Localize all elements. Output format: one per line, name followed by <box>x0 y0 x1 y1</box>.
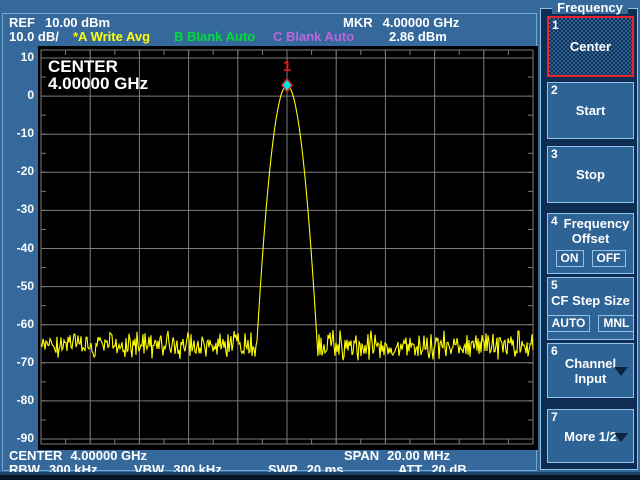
softkey-cf-step-size[interactable]: 5 CF Step Size AUTO MNL <box>546 277 635 340</box>
center-frequency-overlay: CENTER 4.00000 GHz <box>48 58 148 92</box>
marker-amplitude-readout: 2.86 dBm <box>389 29 447 44</box>
y-axis-label: -30 <box>16 202 34 217</box>
toggle-row: ON OFF <box>555 250 626 267</box>
mkr-freq-value: 4.00000 GHz <box>382 15 460 30</box>
softkey-label-line2: Offset <box>571 231 610 246</box>
marker-number-label: 1 <box>282 58 292 75</box>
softkey-menu-title: Frequency <box>552 1 628 14</box>
screen-bottom-bezel <box>0 472 640 480</box>
y-axis-label: -60 <box>16 316 34 331</box>
softkey-center[interactable]: 1 Center <box>547 16 634 77</box>
toggle-off[interactable]: OFF <box>591 250 626 267</box>
dropdown-arrow-icon <box>614 367 628 376</box>
span-readout: SPAN 20.00 MHz <box>344 449 450 462</box>
softkey-number: 2 <box>551 83 558 97</box>
softkey-label: CF Step Size <box>551 293 630 308</box>
toggle-row: AUTO MNL <box>546 315 635 332</box>
overlay-line2: 4.00000 GHz <box>48 74 149 93</box>
y-axis-label: 0 <box>27 88 34 103</box>
spectrum-plot: CENTER 4.00000 GHz 1 <box>38 46 538 450</box>
y-axis-label: -90 <box>16 431 34 445</box>
softkey-label: Start <box>575 103 606 118</box>
y-axis-label: -20 <box>16 164 34 179</box>
ref-level-readout: REF 10.00 dBm <box>9 16 110 29</box>
softkey-number: 6 <box>551 344 558 358</box>
y-axis-label: -50 <box>16 278 34 293</box>
y-axis-label: -80 <box>16 392 34 407</box>
y-axis-label: 10 <box>20 50 34 64</box>
softkey-label: More 1/2 <box>564 428 617 444</box>
softkey-more[interactable]: 7 More 1/2 <box>547 409 634 463</box>
softkey-label: Center <box>569 39 612 54</box>
center-freq-readout: CENTER 4.00000 GHz <box>9 449 147 462</box>
toggle-mnl[interactable]: MNL <box>598 315 635 332</box>
softkey-menu: 1 Center 2 Start 3 Stop 4 Frequency Offs… <box>540 8 638 470</box>
softkey-number: 7 <box>551 410 558 424</box>
softkey-label-line2: Input <box>574 370 607 386</box>
y-axis-label: -40 <box>16 240 34 255</box>
softkey-channel-input[interactable]: 6 Channel Input <box>547 343 634 398</box>
softkey-stop[interactable]: 3 Stop <box>547 146 634 203</box>
softkey-label-line1: Channel <box>564 355 617 371</box>
trace-c-status: C Blank Auto <box>273 29 355 44</box>
overlay-line1: CENTER <box>48 57 118 76</box>
span-value: 20.00 MHz <box>387 448 451 463</box>
marker-freq-readout: MKR 4.00000 GHz <box>343 16 459 29</box>
mkr-label: MKR <box>343 15 373 30</box>
spectrum-chart <box>40 49 534 445</box>
center-label: CENTER <box>9 448 63 463</box>
softkey-number: 1 <box>552 18 559 32</box>
y-axis-label: -70 <box>16 354 34 369</box>
toggle-auto[interactable]: AUTO <box>546 315 591 332</box>
ref-value: 10.00 dBm <box>45 15 111 30</box>
dropdown-arrow-icon <box>614 433 628 442</box>
toggle-on[interactable]: ON <box>555 250 584 267</box>
softkey-label: Stop <box>576 167 605 182</box>
softkey-number: 4 <box>551 214 558 228</box>
trace-b-status: B Blank Auto <box>174 29 256 44</box>
scale-readout: 10.0 dB/ <box>9 29 59 44</box>
y-axis-label: -10 <box>16 126 34 141</box>
softkey-number: 3 <box>551 147 558 161</box>
trace-a-status: *A Write Avg <box>73 29 151 44</box>
softkey-frequency-offset[interactable]: 4 Frequency Offset ON OFF <box>547 213 634 274</box>
softkey-number: 5 <box>551 278 558 292</box>
softkey-label-line1: Frequency <box>563 216 630 231</box>
display-panel: REF 10.00 dBm MKR 4.00000 GHz 10.0 dB/ *A … <box>2 13 538 476</box>
ref-label: REF <box>9 15 35 30</box>
softkey-start[interactable]: 2 Start <box>547 82 634 139</box>
span-label: SPAN <box>344 448 380 463</box>
center-value: 4.00000 GHz <box>70 448 148 463</box>
